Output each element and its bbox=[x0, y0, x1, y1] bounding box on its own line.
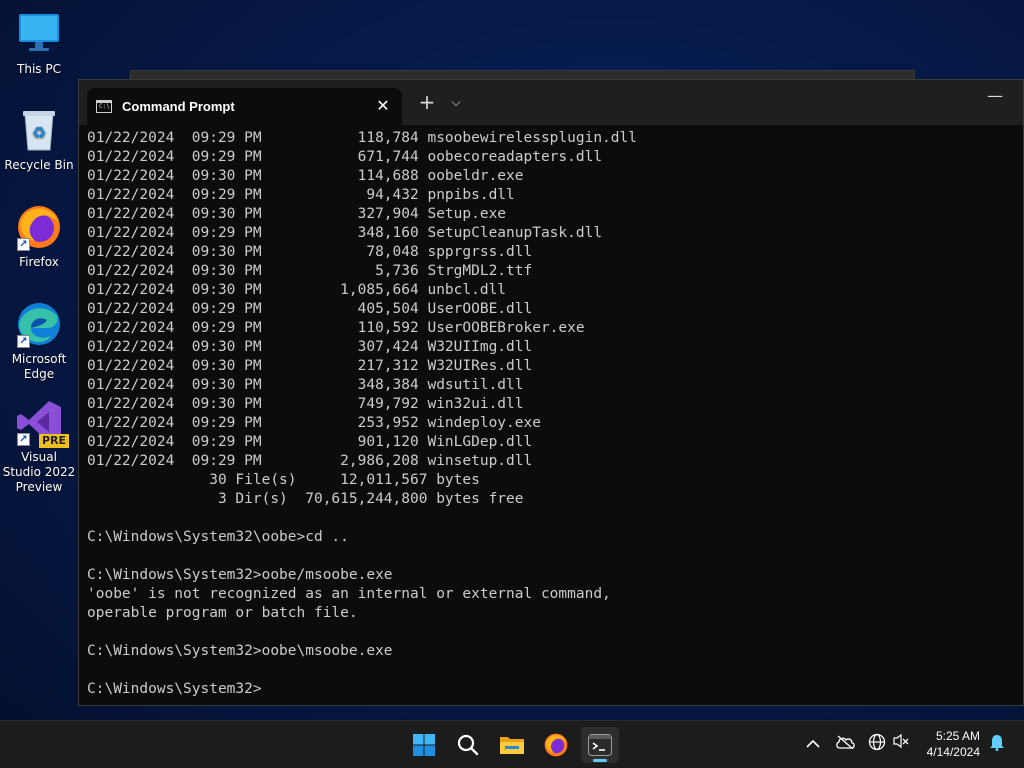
tab-dropdown-button[interactable]: ⌵ bbox=[445, 90, 467, 114]
system-clock[interactable]: 5:25 AM 4/14/2024 bbox=[927, 728, 980, 760]
edge-icon: ↗ bbox=[15, 300, 63, 348]
console-line: 01/22/2024 09:29 PM 2,986,208 winsetup.d… bbox=[87, 453, 533, 469]
preview-badge: PRE bbox=[38, 434, 69, 448]
console-line: 01/22/2024 09:30 PM 307,424 W32UIImg.dll bbox=[87, 339, 533, 355]
desktop-icon-label: Visual Studio 2022 Preview bbox=[2, 450, 76, 494]
terminal-window[interactable]: C:\ Command Prompt ✕ + ⌵ — 01/22/2024 09… bbox=[78, 79, 1024, 706]
desktop-icon-label: This PC bbox=[17, 62, 61, 76]
console-line: 01/22/2024 09:29 PM 671,744 oobecoreadap… bbox=[87, 149, 603, 165]
desktop-icon-visual-studio[interactable]: ↗ PRE Visual Studio 2022 Preview bbox=[0, 398, 78, 495]
desktop-icon-this-pc[interactable]: This PC bbox=[0, 10, 78, 77]
console-line: 01/22/2024 09:29 PM 110,592 UserOOBEBrok… bbox=[87, 320, 585, 336]
search-icon bbox=[457, 734, 479, 756]
console-line: 3 Dir(s) 70,615,244,800 bytes free bbox=[87, 491, 524, 507]
console-line: 01/22/2024 09:30 PM 1,085,664 unbcl.dll bbox=[87, 282, 507, 298]
search-button[interactable] bbox=[449, 727, 487, 763]
chevron-up-icon[interactable] bbox=[802, 733, 824, 755]
console-line: C:\Windows\System32>oobe\msoobe.exe bbox=[87, 643, 393, 659]
terminal-titlebar[interactable]: C:\ Command Prompt ✕ + ⌵ — bbox=[79, 80, 1023, 125]
console-line: 01/22/2024 09:30 PM 348,384 wdsutil.dll bbox=[87, 377, 524, 393]
clock-time: 5:25 AM bbox=[935, 729, 980, 743]
shortcut-arrow-icon: ↗ bbox=[17, 433, 30, 446]
console-line: 01/22/2024 09:30 PM 114,688 oobeldr.exe bbox=[87, 168, 524, 184]
console-line: 01/22/2024 09:30 PM 5,736 StrgMDL2.ttf bbox=[87, 263, 533, 279]
new-tab-button[interactable]: + bbox=[415, 90, 439, 114]
close-tab-button[interactable]: ✕ bbox=[374, 96, 392, 115]
console-line: 01/22/2024 09:29 PM 253,952 windeploy.ex… bbox=[87, 415, 541, 431]
onedrive-icon[interactable] bbox=[834, 733, 856, 755]
file-explorer-button[interactable] bbox=[493, 727, 531, 763]
console-line: 01/22/2024 09:30 PM 327,904 Setup.exe bbox=[87, 206, 507, 222]
console-line: 01/22/2024 09:29 PM 348,160 SetupCleanup… bbox=[87, 225, 603, 241]
firefox-icon: ↗ bbox=[15, 203, 63, 251]
start-icon bbox=[413, 734, 435, 756]
taskbar: 5:25 AM 4/14/2024 bbox=[0, 720, 1024, 768]
visual-studio-icon: ↗ PRE bbox=[15, 398, 69, 448]
terminal-taskbar-button[interactable] bbox=[581, 727, 619, 763]
tab-command-prompt[interactable]: C:\ Command Prompt ✕ bbox=[87, 88, 402, 125]
svg-text:♻: ♻ bbox=[32, 123, 46, 142]
firefox-icon bbox=[544, 733, 568, 757]
desktop-icon-microsoft-edge[interactable]: ↗ Microsoft Edge bbox=[0, 300, 78, 382]
speaker-muted-icon[interactable] bbox=[890, 733, 912, 755]
console-line: C:\Windows\System32\oobe>cd .. bbox=[87, 529, 349, 545]
console-line: 01/22/2024 09:30 PM 217,312 W32UIRes.dll bbox=[87, 358, 533, 374]
console-line: C:\Windows\System32>oobe/msoobe.exe bbox=[87, 567, 393, 583]
file-explorer-icon bbox=[500, 737, 524, 754]
shortcut-arrow-icon: ↗ bbox=[17, 335, 30, 348]
desktop-icon-firefox[interactable]: ↗ Firefox bbox=[0, 203, 78, 270]
computer-icon bbox=[15, 10, 63, 58]
console-line: 01/22/2024 09:29 PM 118,784 msoobewirele… bbox=[87, 130, 637, 146]
console-line: 01/22/2024 09:29 PM 94,432 pnpibs.dll bbox=[87, 187, 515, 203]
network-icon[interactable] bbox=[866, 733, 888, 755]
console-line: 01/22/2024 09:30 PM 749,792 win32ui.dll bbox=[87, 396, 524, 412]
console-line: 'oobe' is not recognized as an internal … bbox=[87, 586, 611, 602]
console-line: 01/22/2024 09:29 PM 901,120 WinLGDep.dll bbox=[87, 434, 533, 450]
recycle-bin-icon: ♻ bbox=[15, 106, 63, 154]
tab-title: Command Prompt bbox=[122, 99, 235, 114]
console-line: 30 File(s) 12,011,567 bytes bbox=[87, 472, 480, 488]
console-line: C:\Windows\System32> bbox=[87, 681, 262, 697]
minimize-button[interactable]: — bbox=[983, 86, 1007, 110]
console-line: 01/22/2024 09:30 PM 78,048 spprgrss.dll bbox=[87, 244, 533, 260]
console-line: operable program or batch file. bbox=[87, 605, 358, 621]
firefox-taskbar-button[interactable] bbox=[537, 727, 575, 763]
shortcut-arrow-icon: ↗ bbox=[17, 238, 30, 251]
notification-bell-icon[interactable] bbox=[986, 733, 1008, 755]
desktop-icon-recycle-bin[interactable]: ♻ Recycle Bin bbox=[0, 106, 78, 173]
start-button[interactable] bbox=[405, 727, 443, 763]
desktop-icon-label: Microsoft Edge bbox=[11, 352, 67, 381]
desktop-icon-label: Firefox bbox=[19, 255, 59, 269]
desktop-icon-label: Recycle Bin bbox=[4, 158, 74, 172]
command-prompt-icon: C:\ bbox=[96, 100, 112, 113]
console-line: 01/22/2024 09:29 PM 405,504 UserOOBE.dll bbox=[87, 301, 533, 317]
terminal-icon bbox=[588, 734, 612, 756]
console-output[interactable]: 01/22/2024 09:29 PM 118,784 msoobewirele… bbox=[79, 125, 1023, 699]
clock-date: 4/14/2024 bbox=[926, 745, 980, 759]
